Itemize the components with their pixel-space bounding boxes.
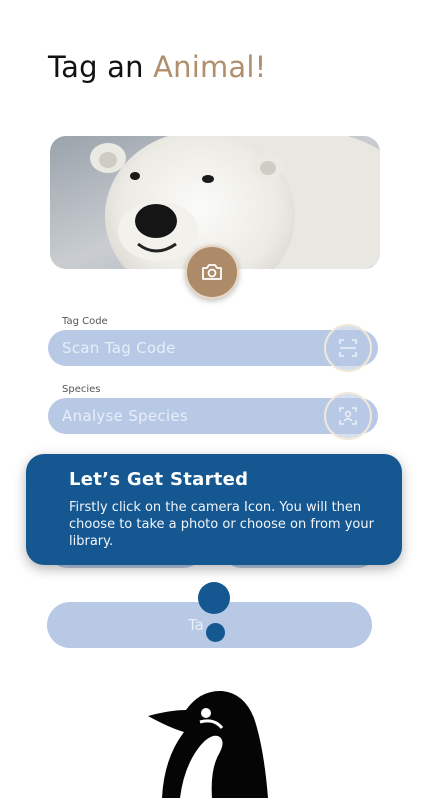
analyse-species-button[interactable]	[324, 392, 372, 440]
tooltip-pointer-dot-large	[198, 582, 230, 614]
tag-code-field[interactable]: Scan Tag Code	[48, 324, 378, 372]
species-placeholder: Analyse Species	[62, 407, 189, 425]
tooltip-body: Firstly click on the camera Icon. You wi…	[69, 500, 374, 549]
camera-icon	[202, 264, 222, 280]
barcode-scan-icon	[339, 339, 357, 357]
tag-code-placeholder: Scan Tag Code	[62, 339, 176, 357]
species-field[interactable]: Analyse Species	[48, 392, 378, 440]
face-scan-icon	[339, 407, 357, 425]
tooltip-title: Let’s Get Started	[69, 469, 249, 490]
page-title: Tag an Animal!	[48, 50, 266, 84]
tag-code-label: Tag Code	[62, 316, 108, 327]
tooltip-pointer-dot-small	[206, 623, 225, 642]
camera-button[interactable]	[185, 245, 239, 299]
title-prefix: Tag an	[48, 50, 154, 84]
title-accent: Animal!	[153, 50, 267, 84]
scan-tag-button[interactable]	[324, 324, 372, 372]
penguin-mascot-icon	[140, 688, 280, 802]
onboarding-tooltip[interactable]: Let’s Get Started Firstly click on the c…	[26, 454, 402, 565]
species-label: Species	[62, 384, 101, 395]
tag-animal-button-label: Ta	[188, 616, 204, 634]
